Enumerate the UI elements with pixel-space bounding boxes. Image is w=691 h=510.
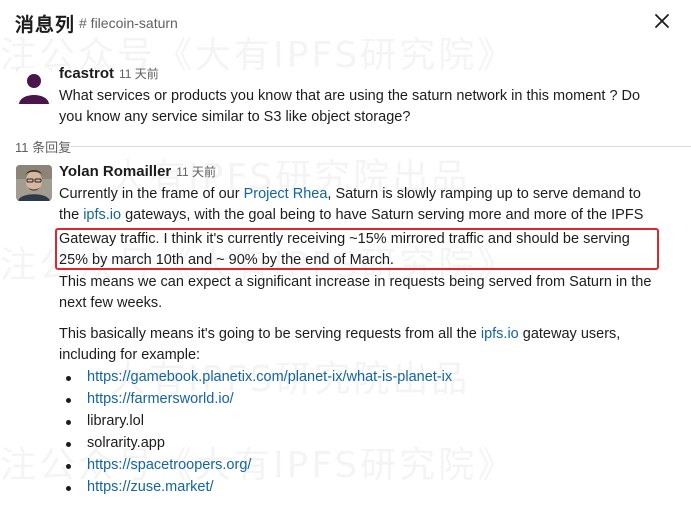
- text-segment: gateways, with the goal being to have Sa…: [121, 207, 644, 223]
- text-segment: gateway users,: [518, 326, 621, 342]
- text-segment: Currently in the frame of our: [59, 186, 244, 202]
- panel-title: 消息列: [15, 15, 76, 36]
- bullet-icon: [66, 376, 71, 381]
- message-author[interactable]: fcastrot 11 天前: [59, 65, 159, 82]
- project-rhea-link[interactable]: Project Rhea: [244, 186, 328, 202]
- text-segment: the: [59, 207, 84, 223]
- bullet-icon: [66, 420, 71, 425]
- bullet-icon: [66, 486, 71, 491]
- message-text: What services or products you know that …: [59, 88, 641, 104]
- message-text: Currently in the frame of our Project Rh…: [59, 184, 641, 205]
- message-text: This basically means it's going to be se…: [59, 324, 620, 345]
- list-item: solrarity.app: [87, 435, 165, 451]
- message-timestamp[interactable]: 11 天前: [119, 67, 159, 81]
- text-segment: , Saturn is slowly ramping up to serve d…: [327, 186, 641, 202]
- author-name[interactable]: fcastrot: [59, 65, 114, 82]
- avatar[interactable]: [16, 68, 52, 104]
- list-item-link[interactable]: https://zuse.market/: [87, 477, 214, 498]
- message-text: next few weeks.: [59, 295, 163, 311]
- list-item: library.lol: [87, 413, 144, 429]
- divider: [62, 146, 691, 147]
- bullet-icon: [66, 464, 71, 469]
- bullet-icon: [66, 442, 71, 447]
- text-segment: This basically means it's going to be se…: [59, 326, 481, 342]
- ipfs-io-link[interactable]: ipfs.io: [83, 207, 121, 223]
- highlight-box: [55, 228, 659, 270]
- channel-link[interactable]: # filecoin-saturn: [79, 15, 178, 31]
- message-text: This means we can expect a significant i…: [59, 274, 652, 290]
- list-item-link[interactable]: https://gamebook.planetix.com/planet-ix/…: [87, 367, 452, 388]
- close-icon[interactable]: [652, 11, 672, 31]
- bullet-icon: [66, 398, 71, 403]
- list-item-link[interactable]: https://spacetroopers.org/: [87, 455, 251, 476]
- message-text: the ipfs.io gateways, with the goal bein…: [59, 205, 643, 226]
- list-item-link[interactable]: https://farmersworld.io/: [87, 389, 234, 410]
- message-timestamp[interactable]: 11 天前: [176, 165, 216, 179]
- message-author[interactable]: Yolan Romailler 11 天前: [59, 163, 216, 180]
- thread-header: 消息列 # filecoin-saturn: [0, 0, 691, 46]
- avatar[interactable]: [16, 165, 52, 201]
- watermark-text: 注公众号《大有IPFS研究院》: [0, 436, 516, 488]
- author-name[interactable]: Yolan Romailler: [59, 163, 171, 180]
- message-text: including for example:: [59, 347, 201, 363]
- message-text: you know any service similar to S3 like …: [59, 109, 411, 125]
- ipfs-io-link[interactable]: ipfs.io: [481, 326, 519, 342]
